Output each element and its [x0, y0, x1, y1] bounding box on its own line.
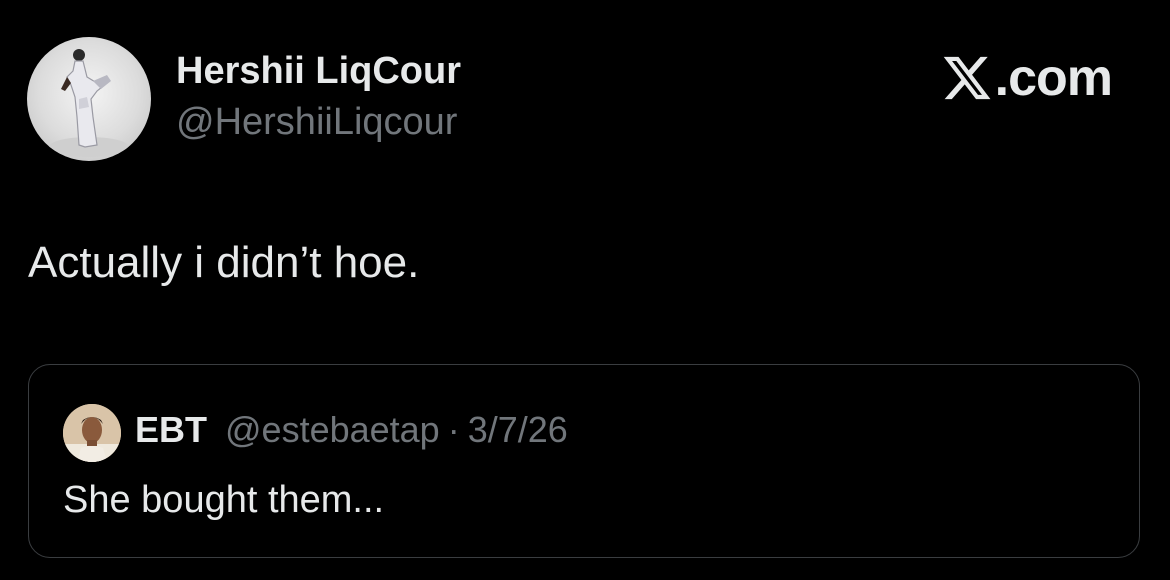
- avatar-photo-icon: [63, 404, 121, 462]
- quoted-post-header: EBT @estebaetap · 3/7/26: [135, 409, 568, 451]
- brand-domain: .com: [994, 49, 1113, 107]
- avatar-photo-icon: [49, 49, 129, 157]
- quoted-author-name[interactable]: EBT: [135, 409, 207, 451]
- quoted-author-avatar[interactable]: [63, 404, 121, 462]
- post-text: Actually i didn’t hoe.: [28, 238, 420, 287]
- quoted-post-text: She bought them...: [63, 479, 385, 521]
- author-name[interactable]: Hershii LiqCour: [176, 50, 461, 93]
- quoted-post-date[interactable]: 3/7/26: [468, 409, 568, 451]
- quoted-author-handle[interactable]: @estebaetap: [225, 409, 440, 451]
- brand-mark: .com: [941, 48, 1113, 108]
- quoted-post-card[interactable]: EBT @estebaetap · 3/7/26 She bought them…: [28, 364, 1140, 558]
- author-handle[interactable]: @HershiiLiqcour: [176, 101, 457, 144]
- header-separator: ·: [447, 409, 460, 450]
- x-logo-icon: [943, 56, 991, 100]
- author-avatar[interactable]: [27, 37, 151, 161]
